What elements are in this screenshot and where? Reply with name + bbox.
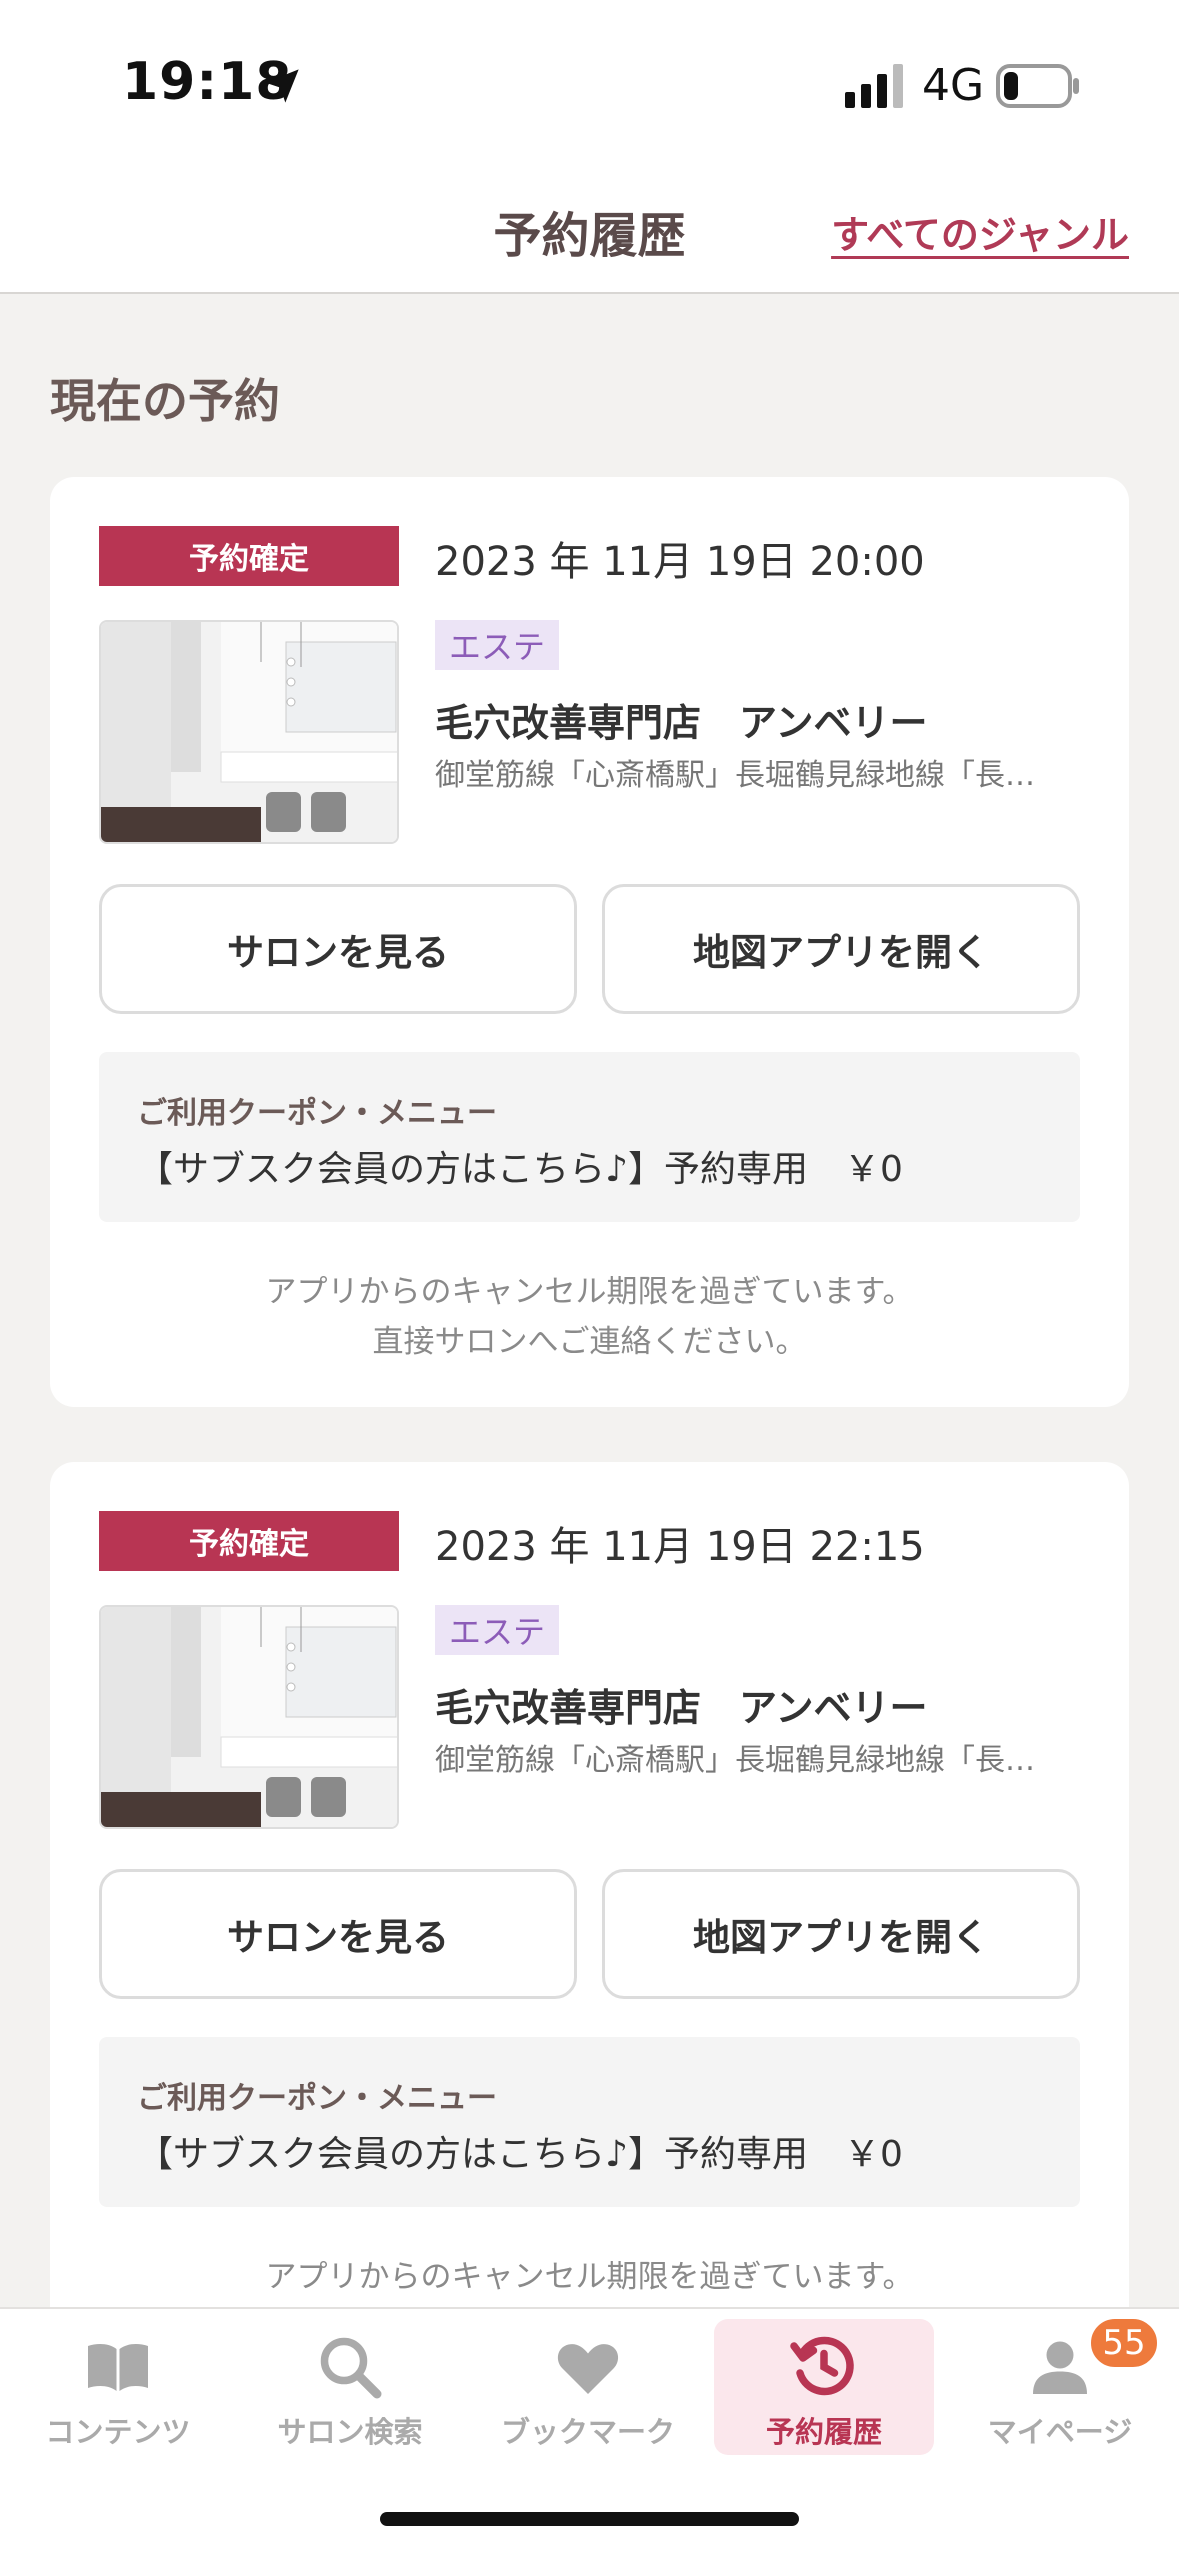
reservation-datetime: 2023 年 11月 19日 22:15 [435, 1524, 925, 1570]
person-icon [1033, 2341, 1087, 2394]
search-icon [320, 2337, 382, 2399]
genre-tag: エステ [435, 620, 560, 670]
cancel-note: アプリからのキャンセル期限を過ぎています。 直接サロンへご連絡ください。 [50, 1267, 1129, 1367]
page-header: 予約履歴 すべてのジャンル [0, 170, 1179, 294]
tab-salon-search[interactable]: サロン検索 [240, 2319, 460, 2455]
coupon-menu: 【サブスク会員の方はこちら♪】予約専用 ￥0 [137, 2134, 903, 2175]
all-genres-link[interactable]: すべてのジャンル [831, 204, 1129, 259]
salon-access: 御堂筋線「心斎橋駅」長堀鶴見緑地線「長… [435, 758, 1035, 793]
notification-badge: 55 [1088, 2316, 1160, 2370]
tab-contents[interactable]: コンテンツ [8, 2319, 228, 2455]
open-map-button[interactable]: 地図アプリを開く [602, 884, 1080, 1014]
cancel-note-line-1: アプリからのキャンセル期限を過ぎています。 [265, 2259, 914, 2295]
status-badge: 予約確定 [99, 526, 399, 586]
open-map-button[interactable]: 地図アプリを開く [602, 1869, 1080, 1999]
cancel-note: アプリからのキャンセル期限を過ぎています。 [50, 2252, 1129, 2302]
salon-thumbnail[interactable] [99, 1605, 399, 1829]
coupon-box: ご利用クーポン・メニュー 【サブスク会員の方はこちら♪】予約専用 ￥0 [99, 1052, 1080, 1222]
coupon-box: ご利用クーポン・メニュー 【サブスク会員の方はこちら♪】予約専用 ￥0 [99, 2037, 1080, 2207]
status-bar: 19:18 4G [0, 0, 1179, 170]
heart-icon [557, 2344, 619, 2394]
home-indicator [380, 2512, 799, 2526]
section-title-current: 現在の予約 [50, 374, 280, 428]
reservation-card: 予約確定 2023 年 11月 19日 20:00 エステ 毛穴改善専門店 アン… [50, 477, 1129, 1407]
cancel-note-line-2: 直接サロンへご連絡ください。 [372, 1324, 807, 1360]
network-type: 4G [922, 60, 985, 111]
reservation-datetime: 2023 年 11月 19日 20:00 [435, 539, 925, 585]
tab-label: コンテンツ [45, 2415, 191, 2449]
salon-name[interactable]: 毛穴改善専門店 アンベリー [435, 692, 927, 747]
tab-bookmark[interactable]: ブックマーク [478, 2319, 698, 2455]
tab-reservation-history[interactable]: 予約履歴 [714, 2319, 934, 2455]
salon-name[interactable]: 毛穴改善専門店 アンベリー [435, 1677, 927, 1732]
coupon-label: ご利用クーポン・メニュー [137, 2081, 497, 2116]
history-clock-icon [790, 2336, 854, 2396]
cellular-signal-icon [845, 64, 903, 108]
view-salon-button[interactable]: サロンを見る [99, 884, 577, 1014]
location-arrow-icon [265, 69, 299, 103]
coupon-menu: 【サブスク会員の方はこちら♪】予約専用 ￥0 [137, 1149, 903, 1190]
reservation-card: 予約確定 2023 年 11月 19日 22:15 エステ 毛穴改善専門店 アン… [50, 1462, 1129, 2362]
view-salon-button[interactable]: サロンを見る [99, 1869, 577, 1999]
cancel-note-line-1: アプリからのキャンセル期限を過ぎています。 [265, 1274, 914, 1310]
battery-icon [996, 64, 1079, 108]
status-badge: 予約確定 [99, 1511, 399, 1571]
tab-label: 予約履歴 [765, 2415, 882, 2449]
salon-thumbnail[interactable] [99, 620, 399, 844]
tab-label: ブックマーク [500, 2415, 675, 2449]
tab-label: マイページ [987, 2415, 1133, 2449]
genre-tag: エステ [435, 1605, 560, 1655]
coupon-label: ご利用クーポン・メニュー [137, 1096, 497, 1131]
book-icon [88, 2344, 148, 2391]
tab-label: サロン検索 [277, 2415, 423, 2449]
salon-access: 御堂筋線「心斎橋駅」長堀鶴見緑地線「長… [435, 1743, 1035, 1778]
